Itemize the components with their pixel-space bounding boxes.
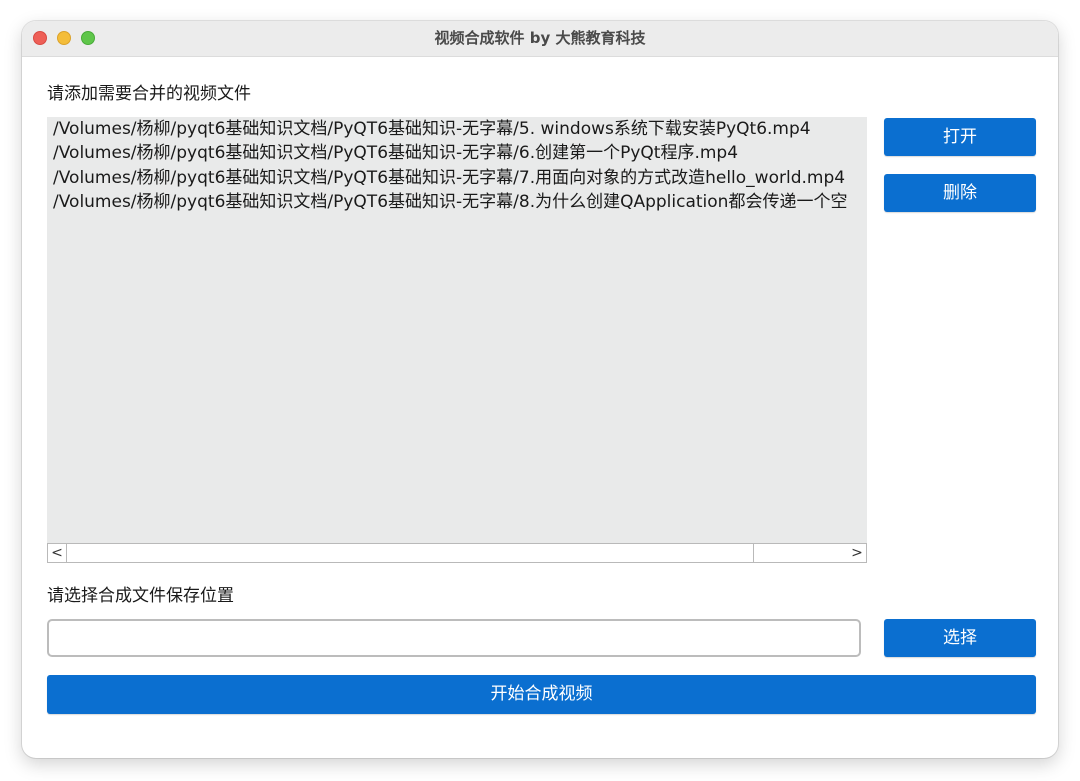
scrollbar-thumb[interactable] <box>66 544 754 562</box>
open-button[interactable]: 打开 <box>884 118 1036 156</box>
app-window: 视频合成软件 by 大熊教育科技 请添加需要合并的视频文件 /Volumes/杨… <box>22 21 1058 758</box>
title-bar: 视频合成软件 by 大熊教育科技 <box>22 21 1058 57</box>
file-list-item[interactable]: /Volumes/杨柳/pyqt6基础知识文档/PyQT6基础知识-无字幕/6.… <box>53 141 738 165</box>
save-location-label: 请选择合成文件保存位置 <box>47 586 234 606</box>
scroll-left-arrow-icon[interactable]: < <box>48 544 66 562</box>
scroll-right-arrow-icon[interactable]: > <box>848 544 866 562</box>
file-list[interactable]: /Volumes/杨柳/pyqt6基础知识文档/PyQT6基础知识-无字幕/5.… <box>47 117 867 563</box>
file-list-item[interactable]: /Volumes/杨柳/pyqt6基础知识文档/PyQT6基础知识-无字幕/8.… <box>53 190 847 214</box>
delete-button[interactable]: 删除 <box>884 174 1036 212</box>
file-list-item[interactable]: /Volumes/杨柳/pyqt6基础知识文档/PyQT6基础知识-无字幕/5.… <box>53 117 811 141</box>
file-list-item[interactable]: /Volumes/杨柳/pyqt6基础知识文档/PyQT6基础知识-无字幕/7.… <box>53 166 845 190</box>
start-merge-button[interactable]: 开始合成视频 <box>47 675 1036 714</box>
window-title: 视频合成软件 by 大熊教育科技 <box>434 29 646 47</box>
file-list-label: 请添加需要合并的视频文件 <box>47 84 251 104</box>
file-list-horizontal-scrollbar[interactable]: < > <box>47 543 867 563</box>
save-path-input[interactable] <box>47 619 861 657</box>
select-button[interactable]: 选择 <box>884 619 1036 657</box>
